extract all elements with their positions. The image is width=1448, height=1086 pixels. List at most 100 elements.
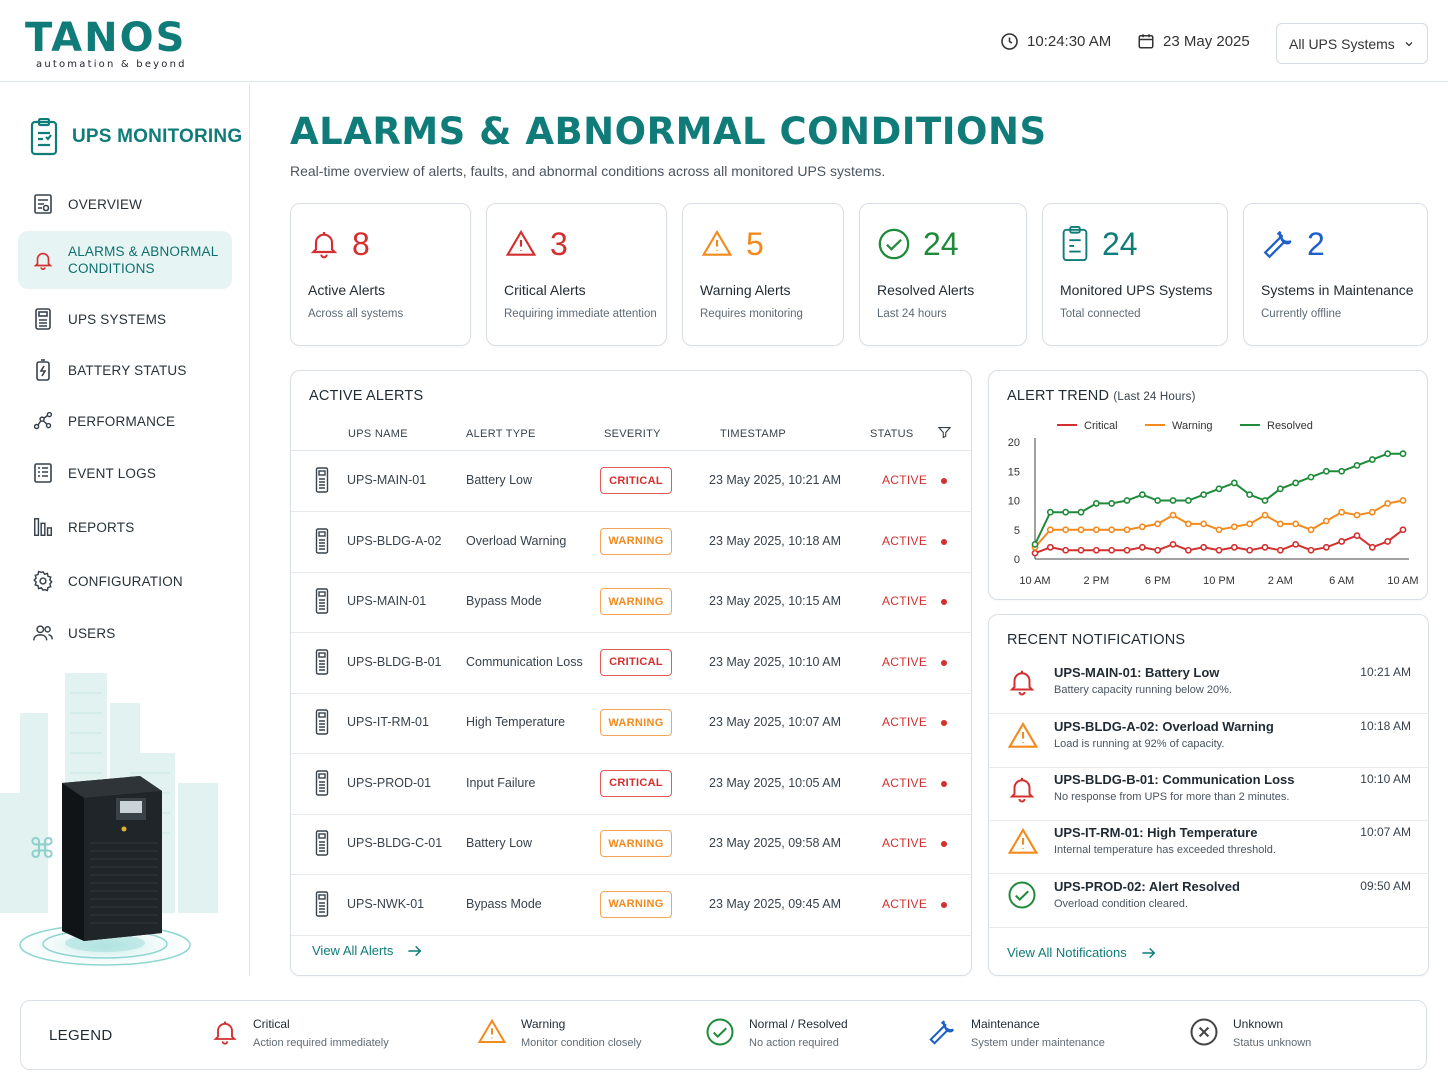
status-dot [941, 780, 947, 787]
nav-configuration[interactable]: CONFIGURATION [18, 566, 232, 596]
notification-item[interactable]: UPS-BLDG-B-01: Communication Loss No resp… [989, 767, 1429, 821]
stat-card-critical-alerts[interactable]: 3 Critical Alerts Requiring immediate at… [486, 203, 667, 346]
data-point [1031, 549, 1039, 557]
notification-item[interactable]: UPS-MAIN-01: Battery Low Battery capacity… [989, 660, 1429, 714]
col-alert-type[interactable]: ALERT TYPE [466, 428, 536, 440]
data-point [1353, 511, 1361, 519]
data-point [1230, 523, 1238, 531]
x-tick-label: 2 PM [1083, 575, 1109, 587]
stat-card-warning-alerts[interactable]: 5 Warning Alerts Requires monitoring [682, 203, 844, 346]
table-row[interactable]: UPS-MAIN-01 Bypass Mode WARNING 23 May 2025… [291, 572, 971, 633]
nav-overview[interactable]: OVERVIEW [18, 189, 232, 219]
ups-icon [315, 709, 329, 738]
ups-icon [32, 308, 54, 330]
data-point [1261, 511, 1269, 519]
cell-ups-name: UPS-BLDG-A-02 [347, 533, 442, 548]
cell-alert-type: Battery Low [466, 836, 533, 850]
nav-event-logs[interactable]: EVENT LOGS [18, 458, 232, 488]
warning-triangle-icon [1007, 720, 1039, 757]
table-row[interactable]: UPS-IT-RM-01 High Temperature WARNING 23 Ma… [291, 693, 971, 754]
stat-value: 24 [923, 226, 959, 262]
bell-icon [1007, 666, 1037, 703]
data-point [1154, 546, 1162, 554]
data-point [1138, 523, 1146, 531]
legend-desc: Action required immediately [253, 1037, 389, 1049]
col-ups-name[interactable]: UPS NAME [348, 428, 408, 440]
cell-ups-name: UPS-PROD-01 [347, 775, 432, 790]
cell-ups-name: UPS-BLDG-C-01 [347, 836, 443, 850]
nav-ups-systems[interactable]: UPS SYSTEMS [18, 304, 232, 334]
ups-icon [315, 588, 329, 617]
stat-label: Resolved Alerts [877, 282, 975, 298]
stat-card-monitored-ups[interactable]: 24 Monitored UPS Systems Total connected [1042, 203, 1228, 346]
legend-item-unknown: Unknown Status unknown [1189, 1017, 1311, 1049]
x-circle-icon [1190, 1018, 1218, 1046]
data-point [1384, 500, 1392, 507]
data-point [1154, 520, 1162, 528]
alert-trend-panel: ALERT TREND (Last 24 Hours) 0 5 10 15 20 10 A… [988, 370, 1428, 600]
data-point [1046, 526, 1054, 534]
severity-badge: WARNING [600, 830, 672, 857]
data-point [1184, 497, 1192, 504]
warning-triangle-icon [701, 229, 733, 256]
notification-item[interactable]: UPS-BLDG-A-02: Overload Warning Load is r… [989, 714, 1429, 768]
data-point [1322, 543, 1330, 551]
date-text: 23 May 2025 [1163, 32, 1250, 50]
data-point [1092, 526, 1100, 534]
nav-performance[interactable]: PERFORMANCE [18, 406, 232, 436]
warning-triangle-icon [477, 1018, 507, 1043]
tanos-logo[interactable]: TANOS automation & beyond [25, 18, 187, 70]
ups-icon [315, 467, 329, 496]
arrow-right-icon [408, 945, 422, 956]
calendar-icon [1138, 34, 1154, 49]
notification-item[interactable]: UPS-IT-RM-01: High Temperature Internal t… [989, 820, 1429, 874]
notification-title: UPS-IT-RM-01: High Temperature [1054, 825, 1258, 840]
view-all-notifications-link[interactable]: View All Notifications [1007, 945, 1157, 960]
nav-battery-status[interactable]: BATTERY STATUS [18, 355, 232, 385]
bars-icon [32, 516, 54, 538]
nav-users-label: USERS [68, 625, 116, 641]
col-status[interactable]: STATUS [870, 428, 914, 440]
view-all-notifications-label: View All Notifications [1007, 945, 1127, 960]
stat-card-maintenance[interactable]: 2 Systems in Maintenance Currently offli… [1243, 203, 1428, 346]
col-timestamp[interactable]: TIMESTAMP [720, 428, 786, 440]
y-tick-label: 15 [1008, 466, 1020, 478]
nav-alarms[interactable]: ALARMS & ABNORMAL CONDITIONS [18, 231, 232, 289]
bell-icon [310, 232, 338, 259]
table-row[interactable]: UPS-BLDG-B-01 Communication Loss CRITICAL 2… [291, 633, 971, 694]
table-row[interactable]: UPS-MAIN-01 Battery Low CRITICAL 23 May 202… [291, 451, 971, 512]
wrench-icon [929, 1017, 954, 1045]
data-point [1123, 497, 1131, 504]
stat-card-resolved-alerts[interactable]: 24 Resolved Alerts Last 24 hours [859, 203, 1027, 346]
ups-system-select[interactable]: All UPS Systems [1276, 23, 1428, 64]
status-badge: ACTIVE [882, 896, 928, 911]
wrench-icon [1263, 227, 1292, 259]
cell-ups-name: UPS-IT-RM-01 [347, 715, 429, 729]
status-badge: ACTIVE [882, 775, 928, 790]
page-subtitle: Real-time overview of alerts, faults, an… [290, 163, 886, 179]
filter-icon[interactable] [937, 425, 952, 440]
status-badge: ACTIVE [882, 654, 928, 669]
stat-value: 5 [746, 226, 764, 262]
data-point [1338, 538, 1346, 545]
table-row[interactable]: UPS-PROD-01 Input Failure CRITICAL 23 May 2… [291, 754, 971, 815]
data-point [1169, 511, 1177, 519]
nav-reports[interactable]: REPORTS [18, 512, 232, 542]
table-row[interactable]: UPS-NWK-01 Bypass Mode WARNING 23 May 2025,… [291, 875, 971, 936]
data-point [1276, 520, 1284, 528]
x-tick-label: 6 PM [1145, 575, 1171, 587]
notification-title: UPS-BLDG-A-02: Overload Warning [1054, 719, 1274, 734]
cell-ups-name: UPS-BLDG-B-01 [347, 654, 442, 669]
table-row[interactable]: UPS-BLDG-C-01 Battery Low WARNING 23 May 20… [291, 814, 971, 875]
nav-performance-label: PERFORMANCE [68, 413, 176, 429]
legend-item-maintenance: Maintenance System under maintenance [927, 1017, 1105, 1049]
notification-item[interactable]: UPS-PROD-02: Alert Resolved Overload cond… [989, 874, 1429, 928]
table-row[interactable]: UPS-BLDG-A-02 Overload Warning WARNING 23 M… [291, 512, 971, 573]
notification-desc: Overload condition cleared. [1054, 898, 1188, 910]
stat-card-active-alerts[interactable]: 8 Active Alerts Across all systems [290, 203, 471, 346]
ups-system-select-value: All UPS Systems [1289, 35, 1395, 52]
view-all-alerts-label: View All Alerts [312, 943, 394, 958]
stat-desc: Across all systems [308, 308, 404, 320]
col-severity[interactable]: SEVERITY [604, 428, 661, 440]
view-all-alerts-link[interactable]: View All Alerts [312, 943, 423, 958]
